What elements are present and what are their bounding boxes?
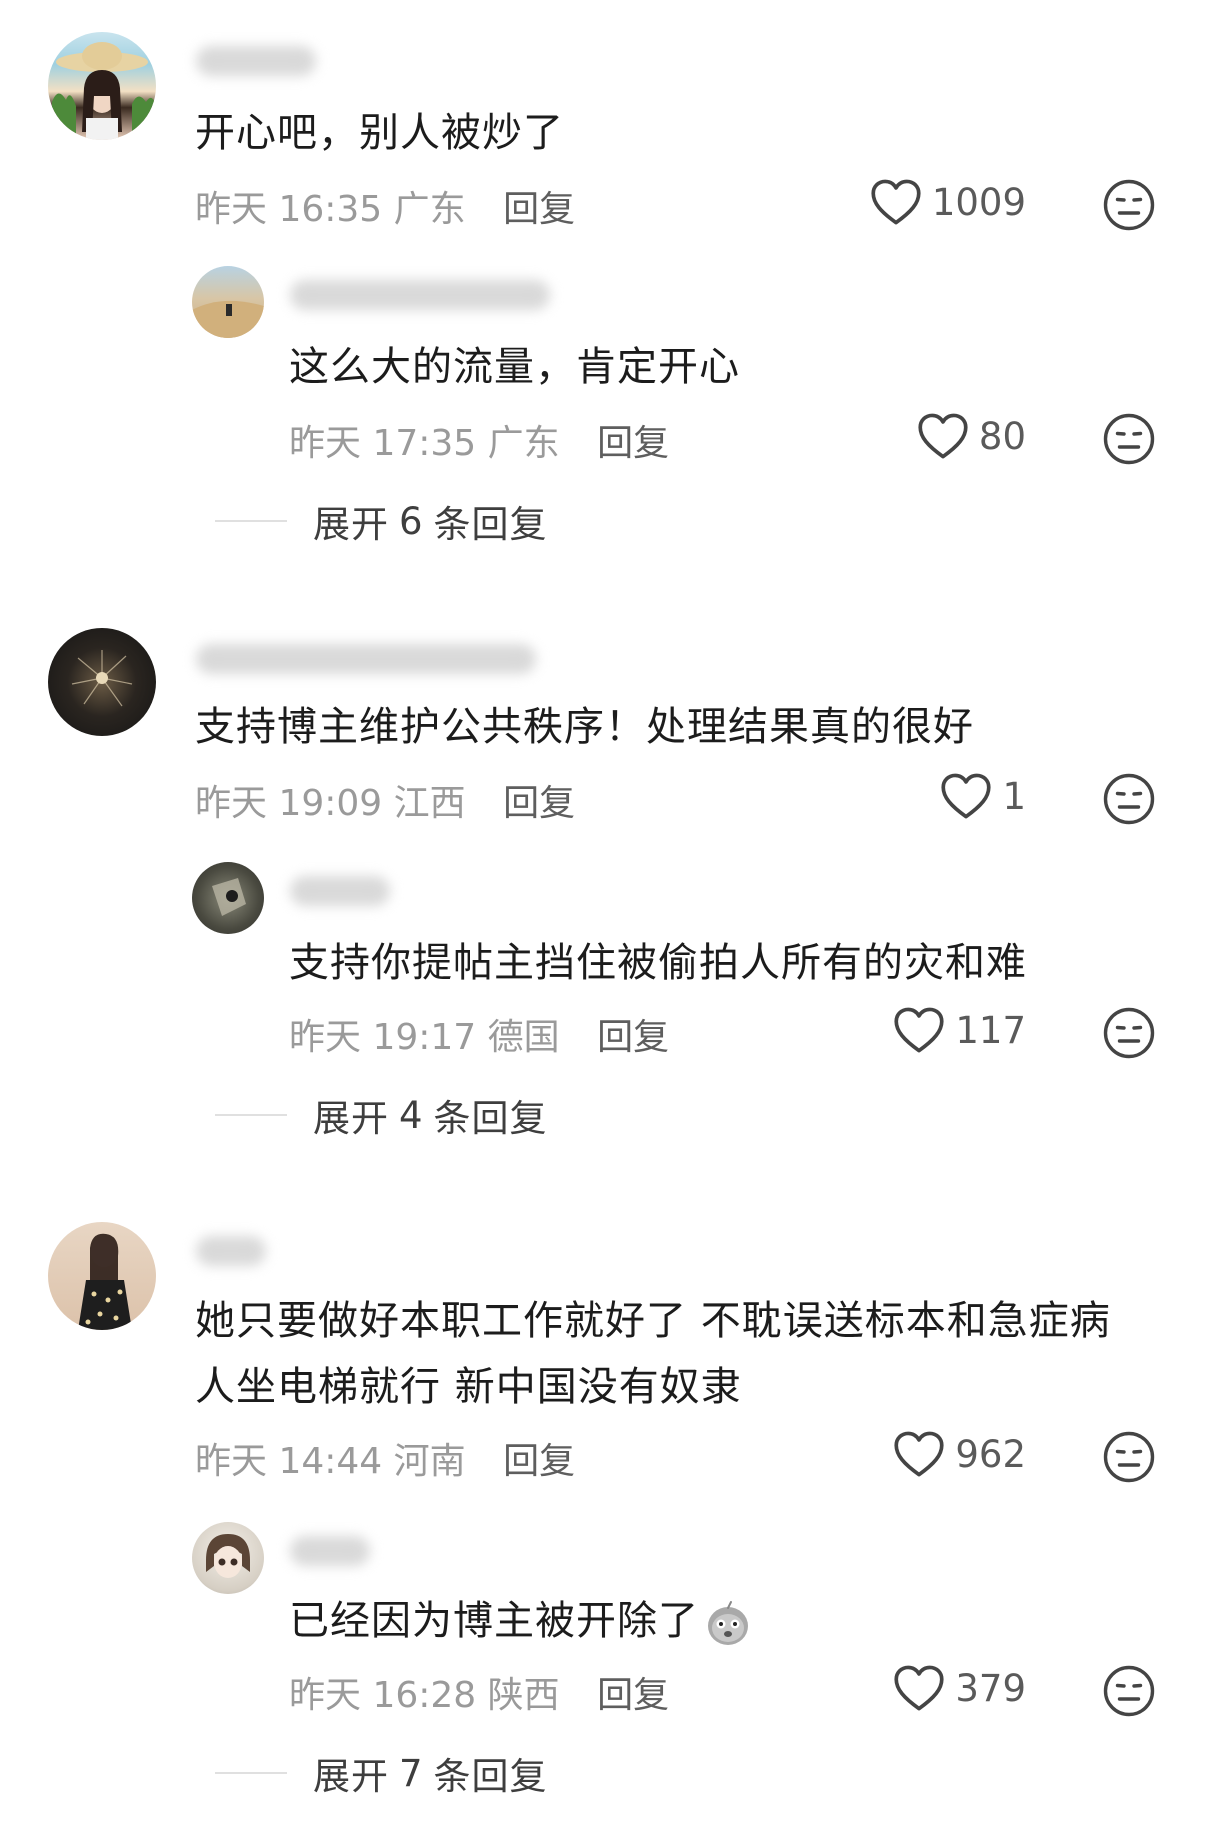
expand-count: 7 bbox=[399, 1751, 424, 1795]
doge-emoji-icon bbox=[708, 1601, 748, 1645]
expand-prefix: 展开 bbox=[313, 1755, 389, 1798]
reply-text: 已经因为博主被开除了 bbox=[289, 1588, 753, 1654]
username-blurred[interactable] bbox=[290, 1536, 370, 1566]
avatar[interactable] bbox=[192, 1522, 264, 1594]
like-button[interactable]: 962 bbox=[893, 1430, 1026, 1478]
avatar[interactable] bbox=[48, 1222, 156, 1330]
comment-text-line: 她只要做好本职工作就好了 不耽误送标本和急症病 bbox=[195, 1298, 1111, 1344]
like-count: 962 bbox=[955, 1432, 1026, 1476]
reply-meta: 昨天 16:28 陕西 回复 bbox=[289, 1666, 669, 1718]
reply-button[interactable]: 回复 bbox=[597, 1675, 669, 1716]
heart-outline-icon bbox=[893, 1430, 945, 1478]
reply-time: 昨天 16:28 bbox=[289, 1675, 477, 1716]
reply-button[interactable]: 回复 bbox=[503, 1441, 575, 1482]
divider bbox=[215, 1772, 287, 1774]
comment-time: 昨天 14:44 bbox=[195, 1441, 383, 1482]
comment-item: 她只要做好本职工作就好了 不耽误送标本和急症病 人坐电梯就行 新中国没有奴隶 昨… bbox=[0, 0, 1206, 1828]
neutral-face-icon[interactable] bbox=[1102, 1664, 1156, 1718]
username-blurred[interactable] bbox=[196, 1236, 266, 1266]
comment-location: 河南 bbox=[393, 1441, 466, 1482]
neutral-face-icon[interactable] bbox=[1102, 1430, 1156, 1484]
like-count: 379 bbox=[955, 1666, 1026, 1710]
comment-meta: 昨天 14:44 河南 回复 bbox=[195, 1432, 575, 1484]
comment-text: 她只要做好本职工作就好了 不耽误送标本和急症病 人坐电梯就行 新中国没有奴隶 bbox=[195, 1288, 1111, 1420]
like-button[interactable]: 379 bbox=[893, 1664, 1026, 1712]
expand-replies-button[interactable]: 展开 7 条回复 bbox=[215, 1746, 548, 1800]
expand-suffix: 条回复 bbox=[433, 1755, 548, 1798]
reply-location: 陕西 bbox=[487, 1675, 560, 1716]
comment-text-line: 人坐电梯就行 新中国没有奴隶 bbox=[195, 1364, 742, 1410]
reply-text-content: 已经因为博主被开除了 bbox=[289, 1598, 699, 1644]
heart-outline-icon bbox=[893, 1664, 945, 1712]
